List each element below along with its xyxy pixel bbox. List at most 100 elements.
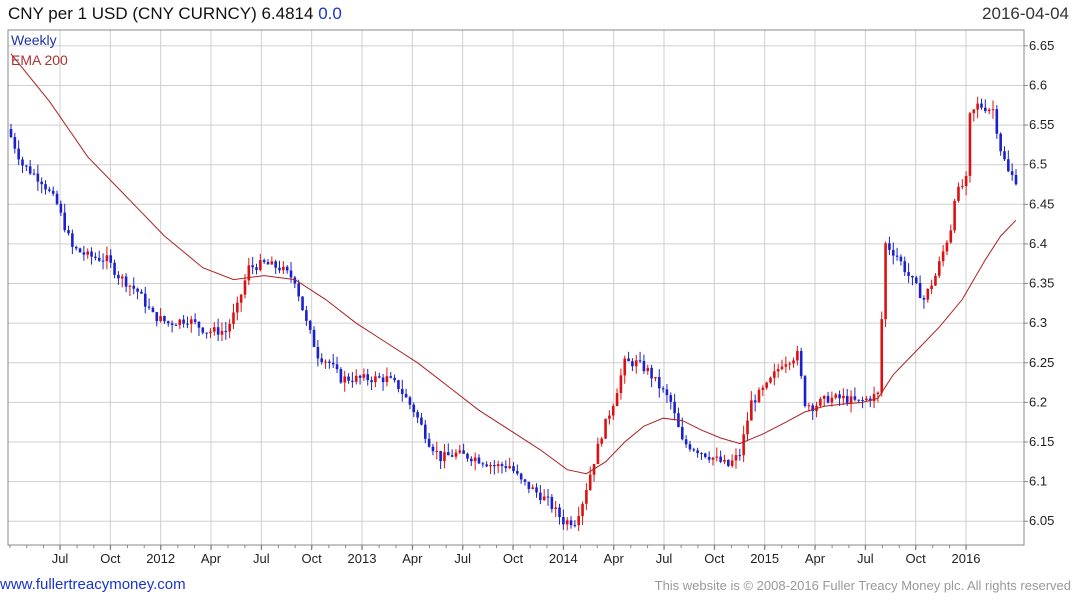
y-tick-label: 6.05 bbox=[1029, 513, 1054, 528]
candle-body bbox=[773, 371, 776, 378]
candle-body bbox=[351, 380, 354, 382]
candle-body bbox=[1003, 151, 1006, 160]
candle-body bbox=[485, 464, 488, 467]
candle-body bbox=[546, 496, 550, 498]
candle-body bbox=[608, 415, 611, 419]
candle-body bbox=[995, 109, 999, 134]
x-tick-label: 2016 bbox=[952, 551, 981, 566]
candle-body bbox=[891, 249, 895, 256]
candle-body bbox=[945, 242, 949, 252]
candle-body bbox=[170, 323, 174, 325]
y-tick-label: 6.3 bbox=[1029, 315, 1047, 330]
candle-body bbox=[9, 129, 13, 138]
candle-body bbox=[278, 267, 281, 271]
candle-body bbox=[539, 492, 542, 501]
y-tick-label: 6.15 bbox=[1029, 434, 1054, 449]
x-tick-label: Oct bbox=[704, 551, 725, 566]
price-chart: 6.05 6.1 6.15 6.2 6.25 6.3 6.35 6.4 6.45 6.5 6.55 6… bbox=[7, 29, 1054, 566]
copyright-text: This website is © 2008-2016 Fuller Treac… bbox=[654, 578, 1071, 593]
candle-body bbox=[776, 368, 780, 372]
candle-body bbox=[703, 453, 707, 457]
candle-body bbox=[124, 276, 128, 287]
candle-body bbox=[435, 450, 439, 452]
candle-body bbox=[86, 251, 90, 255]
candle-body bbox=[13, 137, 17, 149]
candle-body bbox=[842, 395, 845, 399]
x-tick-label: Jul bbox=[52, 551, 69, 566]
candle-body bbox=[40, 181, 43, 185]
candle-body bbox=[370, 380, 373, 383]
candle-body bbox=[565, 520, 569, 525]
candle-body bbox=[462, 450, 465, 454]
candle-body bbox=[450, 455, 454, 457]
candle-body bbox=[934, 275, 937, 286]
candle-body bbox=[470, 458, 473, 462]
candle-body bbox=[627, 358, 630, 362]
x-tick-label: Apr bbox=[201, 551, 222, 566]
candle-body bbox=[937, 261, 941, 276]
candle-body bbox=[707, 456, 711, 460]
candle-body bbox=[665, 389, 669, 396]
candle-body bbox=[807, 405, 811, 407]
candle-body bbox=[508, 466, 511, 469]
candle-body bbox=[477, 457, 481, 464]
candle-body bbox=[71, 233, 74, 247]
candle-body bbox=[496, 464, 500, 467]
candle-body bbox=[259, 260, 262, 270]
candle-body bbox=[569, 520, 573, 526]
candle-body bbox=[634, 360, 638, 367]
x-tick-label: Oct bbox=[302, 551, 323, 566]
candle-body bbox=[903, 261, 907, 273]
candle-body bbox=[189, 319, 193, 324]
candle-body bbox=[500, 464, 504, 467]
candle-body bbox=[385, 376, 389, 383]
site-link[interactable]: www.fullertreacymoney.com bbox=[0, 576, 186, 593]
candle-body bbox=[964, 175, 968, 187]
candle-body bbox=[907, 272, 910, 276]
candle-body bbox=[585, 490, 588, 504]
candle-body bbox=[36, 173, 40, 182]
candle-body bbox=[861, 399, 864, 401]
candle-body bbox=[865, 398, 868, 401]
candle-body bbox=[999, 133, 1002, 152]
candle-body bbox=[715, 456, 719, 458]
candle-body bbox=[845, 395, 849, 404]
candle-body bbox=[270, 261, 274, 265]
legend-ema: EMA 200 bbox=[11, 52, 68, 68]
candle-body bbox=[577, 516, 581, 526]
candle-body bbox=[97, 257, 101, 261]
candle-body bbox=[343, 376, 347, 383]
candle-body bbox=[266, 262, 270, 265]
candle-body bbox=[420, 417, 423, 425]
candle-body bbox=[213, 327, 216, 332]
candle-body bbox=[224, 331, 228, 333]
candle-body bbox=[550, 496, 554, 509]
candle-body bbox=[899, 256, 903, 262]
candle-body bbox=[784, 364, 788, 367]
candle-body bbox=[888, 243, 891, 250]
candle-body bbox=[911, 275, 914, 278]
candle-body bbox=[619, 375, 623, 394]
candle-body bbox=[21, 159, 24, 166]
candle-body bbox=[454, 452, 458, 457]
candle-body bbox=[960, 186, 964, 188]
candle-body bbox=[377, 376, 381, 378]
candle-body bbox=[48, 189, 51, 191]
candle-body bbox=[493, 465, 496, 467]
x-tick-label: 2014 bbox=[549, 551, 578, 566]
candle-body bbox=[362, 374, 366, 378]
candle-body bbox=[761, 387, 765, 390]
candle-body bbox=[711, 457, 715, 460]
candle-body bbox=[642, 360, 646, 372]
candle-body bbox=[143, 293, 147, 307]
candle-body bbox=[581, 503, 584, 517]
y-tick-label: 6.4 bbox=[1029, 236, 1047, 251]
candle-body bbox=[120, 276, 124, 279]
candle-body bbox=[289, 270, 293, 278]
candle-body bbox=[542, 496, 546, 501]
candle-body bbox=[174, 324, 178, 326]
candle-body bbox=[1007, 159, 1010, 172]
candle-body bbox=[769, 377, 772, 383]
candle-body bbox=[82, 252, 86, 255]
candle-body bbox=[819, 398, 822, 406]
